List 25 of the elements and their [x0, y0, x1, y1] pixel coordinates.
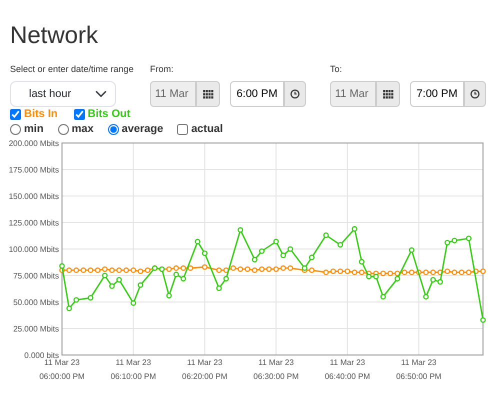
y-axis-label: 75.000 Mbits	[13, 272, 59, 280]
x-axis-label: 11 Mar 23 06:30:00 PM	[253, 358, 299, 381]
y-axis-label: 200.000 Mbits	[8, 139, 59, 148]
y-axis-label: 50.000 Mbits	[13, 298, 59, 307]
y-axis-label: 100.000 Mbits	[8, 245, 59, 254]
y-axis-label: 25.000 Mbits	[13, 324, 59, 334]
x-axis-label: 11 Mar 23 06:10:00 PM	[110, 358, 156, 381]
option-label: max	[72, 122, 94, 138]
y-axis-label: 175.000 Mbits	[8, 166, 59, 174]
series-label: Bits In	[24, 107, 58, 122]
y-axis-label: 125.000 Mbits	[8, 218, 59, 228]
option-label: min	[24, 122, 44, 138]
y-axis-label: 0.000 bits	[24, 351, 59, 360]
field-label: To:	[330, 63, 342, 75]
series-label: Bits Out	[88, 107, 130, 122]
x-axis-label: 11 Mar 23 06:40:00 PM	[324, 358, 370, 381]
option-label: actual	[191, 122, 223, 138]
option-label: average	[122, 122, 164, 138]
x-axis-label: 11 Mar 23 06:50:00 PM	[396, 358, 442, 381]
y-axis-label: 150.000 Mbits	[8, 192, 59, 201]
field-label: From:	[150, 63, 174, 75]
field-label: Select or enter date/time range	[10, 63, 134, 75]
x-axis-label: 11 Mar 23 06:00:00 PM	[39, 358, 85, 381]
page-title: Network	[10, 22, 98, 49]
x-axis-label: 11 Mar 23 06:20:00 PM	[182, 358, 228, 381]
